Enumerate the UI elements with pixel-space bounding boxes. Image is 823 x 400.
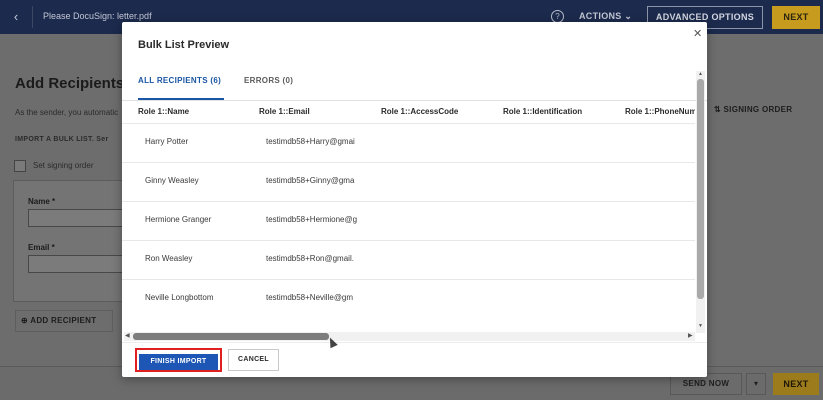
actions-menu[interactable]: ACTIONS ⌄	[579, 11, 632, 22]
column-header-accesscode: Role 1::AccessCode	[381, 107, 459, 116]
recipients-table: Role 1::Name Role 1::Email Role 1::Acces…	[122, 101, 695, 340]
cell-email: testimdb58+Hermione@g	[266, 215, 358, 224]
finish-import-highlight: FINISH IMPORT	[135, 348, 222, 372]
chevron-down-icon: ⌄	[624, 11, 633, 21]
sender-note: As the sender, you automatic	[15, 108, 119, 117]
add-recipient-button[interactable]: ⊕ ADD RECIPIENT	[15, 310, 113, 332]
email-field[interactable]	[28, 255, 124, 273]
cell-email: testimdb58+Ginny@gma	[266, 176, 355, 185]
next-button[interactable]: NEXT	[772, 6, 820, 29]
scroll-up-icon[interactable]: ▲	[697, 71, 704, 77]
cell-name: Ginny Weasley	[145, 176, 199, 185]
table-row: Hermione Granger testimdb58+Hermione@g	[122, 201, 695, 240]
table-row: Neville Longbottom testimdb58+Neville@gm	[122, 279, 695, 318]
cell-email: testimdb58+Harry@gmai	[266, 137, 355, 146]
column-header-name: Role 1::Name	[138, 107, 190, 116]
signing-order-button[interactable]: ⇅ SIGNING ORDER	[714, 105, 792, 114]
cell-name: Ron Weasley	[145, 254, 193, 263]
vertical-scroll-thumb[interactable]	[697, 79, 704, 299]
vertical-scrollbar[interactable]: ▲ ▼	[696, 71, 705, 333]
table-header: Role 1::Name Role 1::Email Role 1::Acces…	[122, 101, 695, 123]
cell-name: Harry Potter	[145, 137, 189, 146]
cell-name: Hermione Granger	[145, 215, 212, 224]
divider	[32, 6, 33, 28]
add-recipient-label: ADD RECIPIENT	[30, 316, 97, 325]
signing-order-icon: ⇅	[714, 105, 722, 114]
table-row: Ginny Weasley testimdb58+Ginny@gma	[122, 162, 695, 201]
cell-email: testimdb58+Neville@gm	[266, 293, 354, 302]
signing-order-label: Set signing order	[33, 161, 94, 170]
send-options-chevron-icon[interactable]: ▾	[746, 373, 766, 395]
cell-name: Neville Longbottom	[145, 293, 214, 302]
signing-order-checkbox[interactable]	[14, 160, 26, 172]
email-label: Email *	[28, 243, 55, 252]
finish-import-button[interactable]: FINISH IMPORT	[139, 354, 218, 370]
scroll-down-icon[interactable]: ▼	[697, 323, 704, 329]
column-header-email: Role 1::Email	[259, 107, 310, 116]
signing-order-text: SIGNING ORDER	[723, 105, 793, 114]
column-header-identification: Role 1::Identification	[503, 107, 583, 116]
tab-errors[interactable]: ERRORS (0)	[244, 76, 293, 100]
scroll-right-icon[interactable]: ▶	[688, 332, 693, 339]
column-header-phonenumber: Role 1::PhoneNumb	[625, 107, 695, 116]
scroll-left-icon[interactable]: ◀	[125, 332, 130, 339]
name-field[interactable]	[28, 209, 124, 227]
tab-all-recipients[interactable]: ALL RECIPIENTS (6)	[138, 76, 224, 100]
footer-next-button[interactable]: NEXT	[773, 373, 819, 395]
back-chevron-icon[interactable]: ‹	[8, 9, 24, 25]
dialog-title: Bulk List Preview	[138, 39, 230, 51]
close-icon[interactable]: ✕	[693, 27, 702, 40]
table-row: Ron Weasley testimdb58+Ron@gmail.	[122, 240, 695, 279]
horizontal-scroll-thumb[interactable]	[133, 333, 329, 340]
bulk-list-preview-dialog: Bulk List Preview ✕ ALL RECIPIENTS (6) E…	[122, 22, 707, 377]
table-row: Harry Potter testimdb58+Harry@gmai	[122, 123, 695, 162]
divider	[122, 342, 707, 343]
cancel-button[interactable]: CANCEL	[228, 349, 279, 371]
import-bulk-list-link[interactable]: IMPORT A BULK LIST. Ser	[15, 136, 109, 143]
add-user-icon: ⊕	[21, 316, 29, 325]
document-title: Please DocuSign: letter.pdf	[43, 11, 152, 21]
horizontal-scrollbar[interactable]: ◀ ▶	[124, 332, 695, 341]
page-title: Add Recipients t	[15, 75, 134, 92]
name-label: Name *	[28, 197, 56, 206]
cell-email: testimdb58+Ron@gmail.	[266, 254, 354, 263]
actions-label: ACTIONS	[579, 11, 622, 21]
